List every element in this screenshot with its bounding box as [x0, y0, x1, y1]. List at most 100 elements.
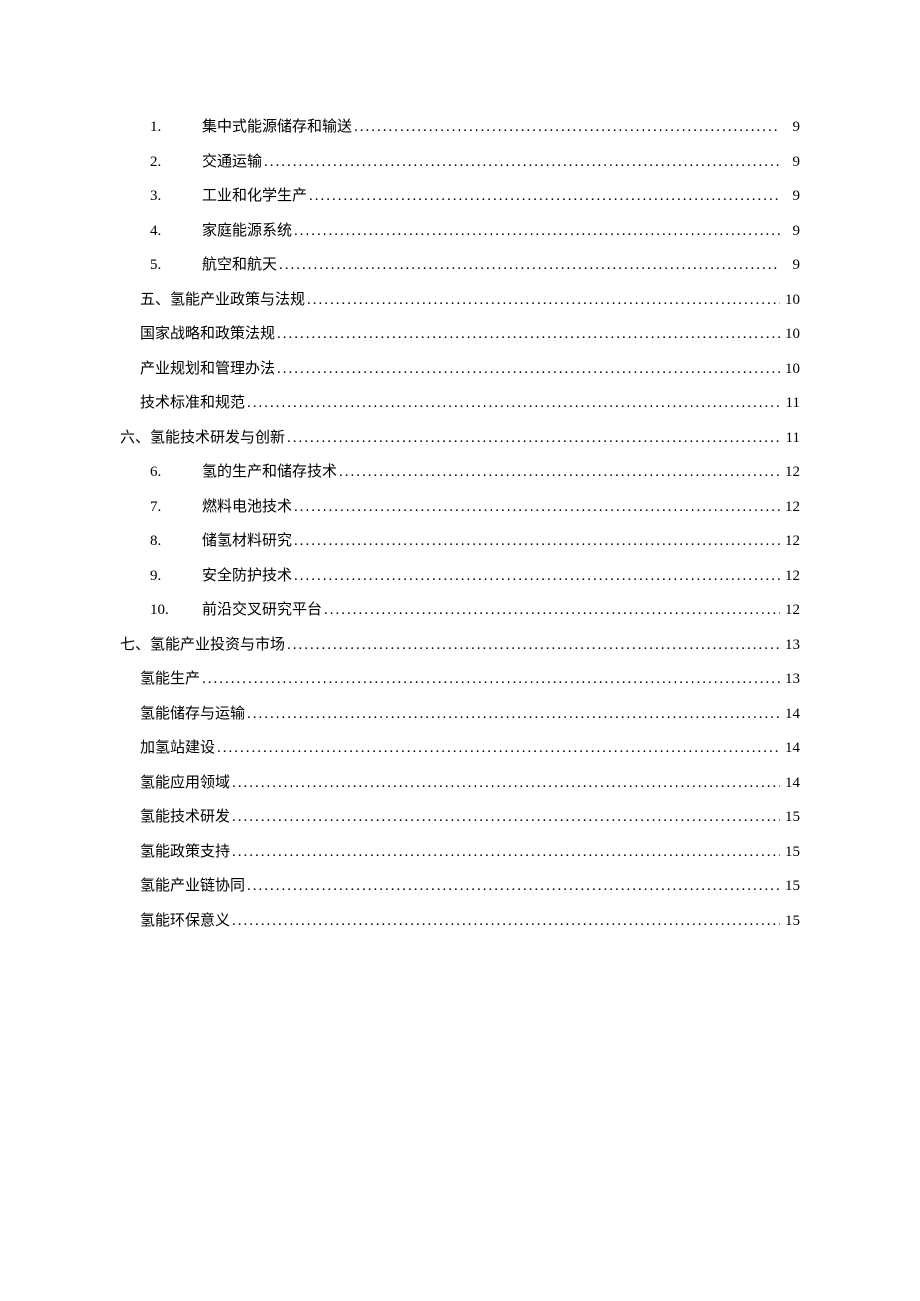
toc-title: 六、氢能技术研发与创新 — [120, 421, 285, 456]
toc-title: 氢能储存与运输 — [140, 697, 245, 732]
toc-title: 氢能产业链协同 — [140, 869, 245, 904]
toc-entry: 国家战略和政策法规 10 — [120, 317, 800, 352]
toc-title: 储氢材料研究 — [202, 524, 292, 559]
toc-number: 6. — [150, 455, 202, 490]
toc-number: 9. — [150, 559, 202, 594]
toc-title: 氢的生产和储存技术 — [202, 455, 337, 490]
toc-leader — [230, 800, 780, 835]
toc-leader — [307, 179, 780, 214]
toc-title: 交通运输 — [202, 145, 262, 180]
toc-leader — [277, 248, 780, 283]
toc-number: 8. — [150, 524, 202, 559]
toc-page: 14 — [780, 731, 800, 766]
toc-title: 七、氢能产业投资与市场 — [120, 628, 285, 663]
toc-entry: 六、氢能技术研发与创新 11 — [120, 421, 800, 456]
toc-number: 10. — [150, 593, 202, 628]
toc-leader — [322, 593, 780, 628]
toc-entry: 8.储氢材料研究 12 — [120, 524, 800, 559]
toc-leader — [230, 835, 780, 870]
toc-leader — [245, 697, 780, 732]
toc-title: 家庭能源系统 — [202, 214, 292, 249]
toc-entry: 10.前沿交叉研究平台 12 — [120, 593, 800, 628]
toc-title: 国家战略和政策法规 — [140, 317, 275, 352]
toc-page: 9 — [780, 179, 800, 214]
toc-number: 2. — [150, 145, 202, 180]
toc-page: 9 — [780, 145, 800, 180]
toc-entry: 氢能产业链协同15 — [120, 869, 800, 904]
toc-leader — [230, 904, 780, 939]
toc-title: 氢能应用领域 — [140, 766, 230, 801]
toc-page: 9 — [780, 214, 800, 249]
toc-entry: 5.航空和航天 9 — [120, 248, 800, 283]
toc-page: 15 — [780, 904, 800, 939]
toc-leader — [337, 455, 780, 490]
toc-leader — [292, 490, 780, 525]
toc-title: 集中式能源储存和输送 — [202, 110, 352, 145]
toc-page: 9 — [780, 110, 800, 145]
toc-entry: 技术标准和规范 11 — [120, 386, 800, 421]
toc-entry: 9.安全防护技术 12 — [120, 559, 800, 594]
toc-page: 15 — [780, 835, 800, 870]
toc-page: 9 — [780, 248, 800, 283]
toc-page: 10 — [780, 352, 800, 387]
toc-page: 14 — [780, 766, 800, 801]
toc-entry: 2.交通运输 9 — [120, 145, 800, 180]
toc-leader — [275, 352, 780, 387]
toc-entry: 7.燃料电池技术 12 — [120, 490, 800, 525]
toc-leader — [275, 317, 780, 352]
toc-title: 燃料电池技术 — [202, 490, 292, 525]
toc-number: 4. — [150, 214, 202, 249]
toc-page: 11 — [780, 386, 800, 421]
toc-leader — [215, 731, 780, 766]
toc-entry: 4.家庭能源系统 9 — [120, 214, 800, 249]
toc-leader — [230, 766, 780, 801]
toc-leader — [245, 869, 780, 904]
toc-page: 11 — [780, 421, 800, 456]
toc-title: 工业和化学生产 — [202, 179, 307, 214]
toc-entry: 氢能政策支持 15 — [120, 835, 800, 870]
toc-page: 12 — [780, 455, 800, 490]
toc-leader — [285, 628, 780, 663]
toc-leader — [245, 386, 780, 421]
toc-title: 五、氢能产业政策与法规 — [140, 283, 305, 318]
toc-title: 加氢站建设 — [140, 731, 215, 766]
toc-leader — [262, 145, 780, 180]
toc-page: 15 — [780, 800, 800, 835]
toc-leader — [292, 559, 780, 594]
toc-page: 13 — [780, 662, 800, 697]
toc-title: 氢能生产 — [140, 662, 200, 697]
toc-title: 安全防护技术 — [202, 559, 292, 594]
toc-entry: 加氢站建设 14 — [120, 731, 800, 766]
toc-entry: 氢能储存与运输14 — [120, 697, 800, 732]
toc-number: 7. — [150, 490, 202, 525]
toc-leader — [292, 214, 780, 249]
toc-leader — [285, 421, 780, 456]
toc-entry: 氢能生产 13 — [120, 662, 800, 697]
toc-leader — [352, 110, 780, 145]
toc-page: 10 — [780, 283, 800, 318]
toc-page: 12 — [780, 524, 800, 559]
toc-title: 航空和航天 — [202, 248, 277, 283]
toc-page: 12 — [780, 593, 800, 628]
toc-page: 12 — [780, 559, 800, 594]
toc-number: 1. — [150, 110, 202, 145]
toc-number: 3. — [150, 179, 202, 214]
toc-leader — [200, 662, 780, 697]
toc-number: 5. — [150, 248, 202, 283]
toc-title: 技术标准和规范 — [140, 386, 245, 421]
toc-entry: 氢能应用领域 14 — [120, 766, 800, 801]
toc-entry: 1.集中式能源储存和输送 9 — [120, 110, 800, 145]
toc-entry: 氢能环保意义 15 — [120, 904, 800, 939]
toc-page: 13 — [780, 628, 800, 663]
toc-title: 氢能技术研发 — [140, 800, 230, 835]
toc-title: 前沿交叉研究平台 — [202, 593, 322, 628]
toc-page: 10 — [780, 317, 800, 352]
toc-entry: 3.工业和化学生产 9 — [120, 179, 800, 214]
toc-title: 氢能政策支持 — [140, 835, 230, 870]
toc-title: 产业规划和管理办法 — [140, 352, 275, 387]
toc-entry: 七、氢能产业投资与市场 13 — [120, 628, 800, 663]
toc-entry: 五、氢能产业政策与法规 10 — [120, 283, 800, 318]
toc-leader — [292, 524, 780, 559]
toc-title: 氢能环保意义 — [140, 904, 230, 939]
toc-page: 12 — [780, 490, 800, 525]
